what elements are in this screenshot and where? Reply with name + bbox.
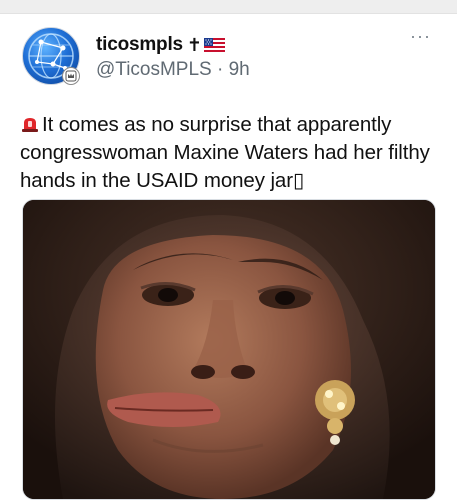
display-name[interactable]: ticosmpls [96,34,183,56]
top-strip [0,0,457,14]
more-options-button[interactable]: ··· [410,26,431,47]
tweet-body: It comes as no surprise that apparently … [20,113,430,192]
cross-symbol: ✝ [186,35,202,55]
police-siren-icon [20,114,40,134]
missing-glyph: ▯ [292,169,305,192]
crown-badge-icon [62,67,80,85]
user-handle[interactable]: @TicosMPLS [96,59,212,80]
author-name-row[interactable]: ticosmpls ✝ [96,34,225,56]
photo-portrait [23,200,435,499]
tweet-card[interactable]: ticosmpls ✝ @TicosMPLS · 9h ··· It comes… [0,14,457,500]
separator-dot: · [211,59,229,80]
tweet-text: It comes as no surprise that apparently … [20,111,440,195]
tweet-photo[interactable] [22,199,436,500]
handle-time-row: @TicosMPLS · 9h [96,59,250,81]
us-flag-icon [204,38,225,52]
avatar[interactable] [22,27,80,85]
post-time[interactable]: 9h [229,59,250,80]
